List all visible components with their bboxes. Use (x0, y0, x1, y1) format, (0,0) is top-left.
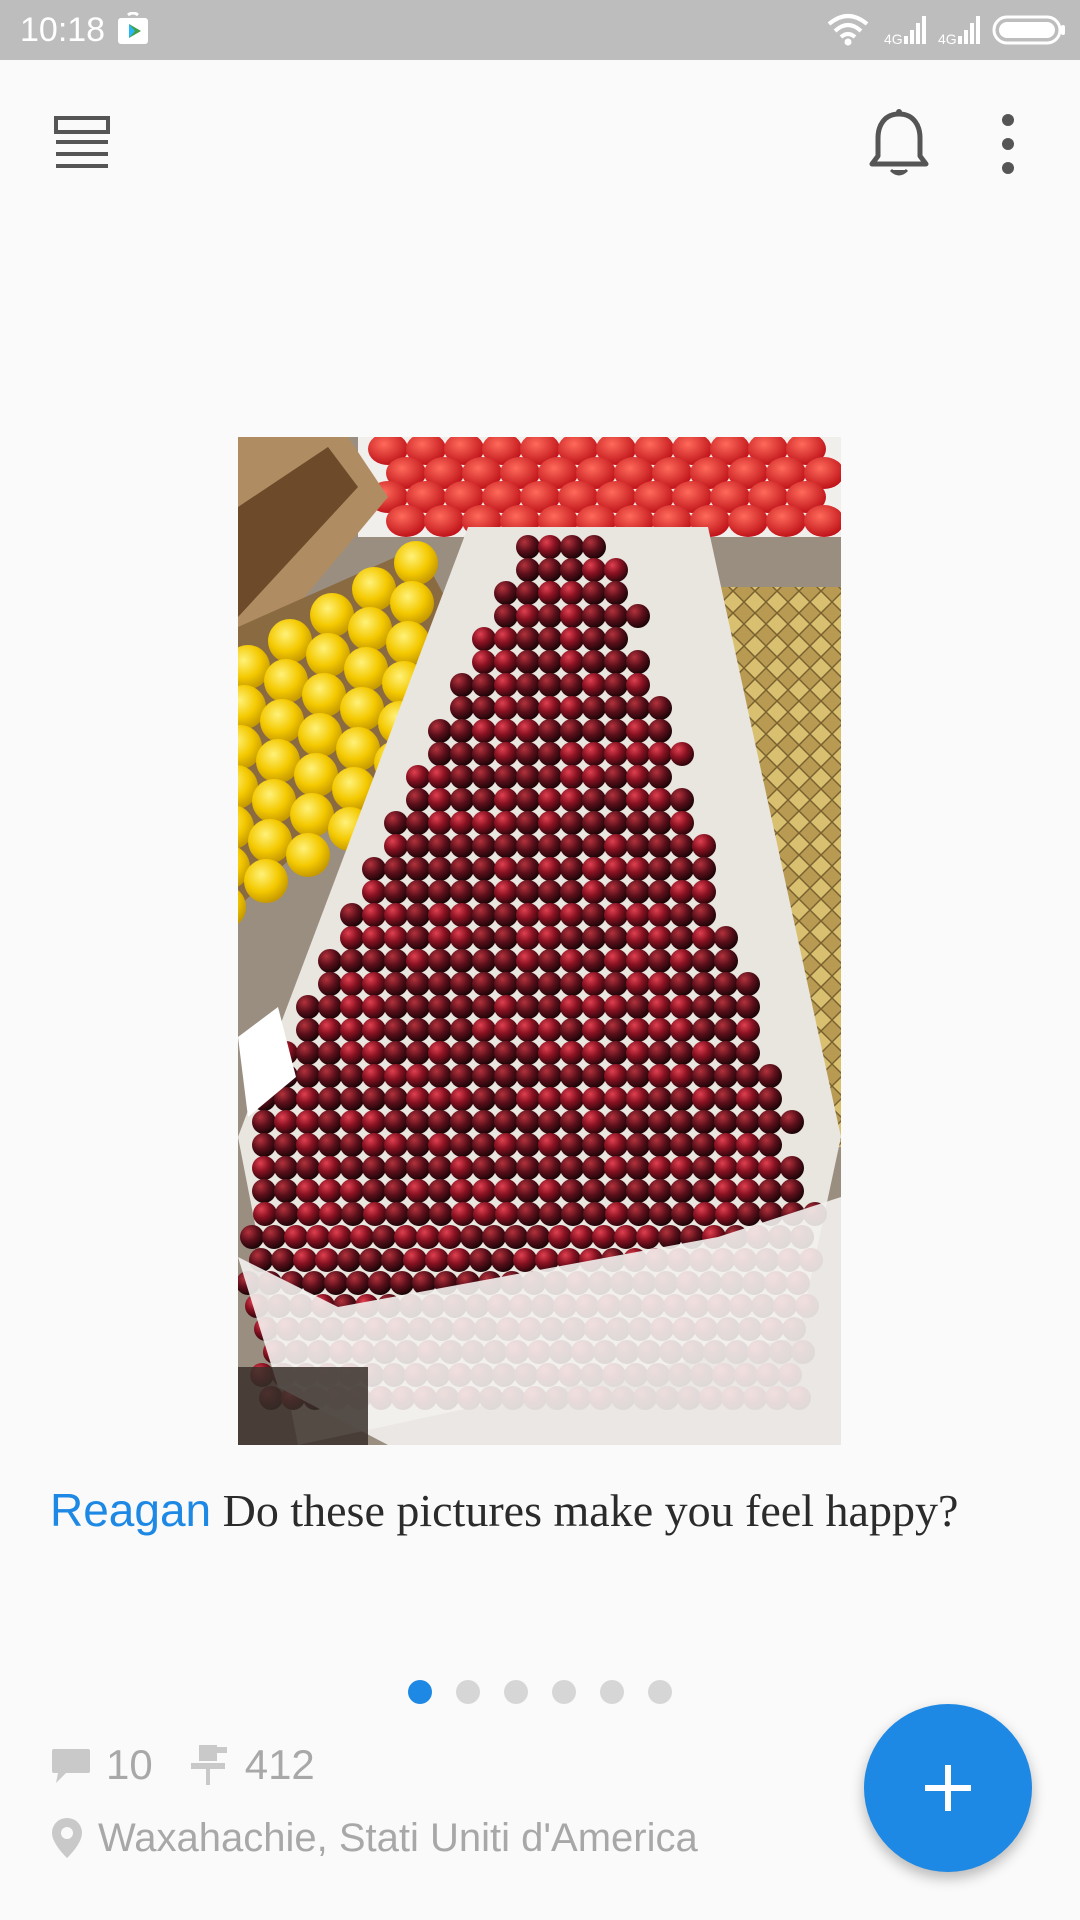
more-vert-icon[interactable] (990, 108, 1026, 180)
signal-icon: 4G (938, 16, 980, 46)
pager-dot (456, 1680, 480, 1704)
pager-dot (648, 1680, 672, 1704)
post-location: Waxahachie, Stati Uniti d'America (50, 1812, 698, 1864)
battery-icon (992, 15, 1065, 45)
pager-dot (408, 1680, 432, 1704)
add-post-button[interactable] (864, 1704, 1032, 1872)
status-bar: 10:18 4G 4G (0, 0, 1080, 60)
comment-count: 10 (106, 1741, 153, 1788)
pager-dot (600, 1680, 624, 1704)
post-photo[interactable] (238, 437, 841, 1445)
play-store-icon (118, 12, 148, 44)
author-link[interactable]: Reagan (50, 1484, 211, 1536)
location-text: Waxahachie, Stati Uniti d'America (98, 1815, 698, 1860)
like-count: 412 (244, 1741, 315, 1788)
bell-icon[interactable] (864, 108, 934, 180)
pager-dot (552, 1680, 576, 1704)
post-caption: Reagan Do these pictures make you feel h… (50, 1480, 1040, 1541)
post-text: Do these pictures make you feel happy? (222, 1485, 959, 1536)
post-stats: 10 412 (50, 1740, 351, 1790)
comment-icon[interactable] (50, 1743, 92, 1787)
svg-text:4G: 4G (884, 31, 903, 46)
app-bar (0, 60, 1080, 230)
plus-icon (925, 1765, 971, 1811)
signal-icon: 4G (884, 16, 926, 46)
cherries-photo (238, 437, 841, 1445)
wifi-icon (827, 14, 869, 46)
location-pin-icon (52, 1818, 82, 1858)
pin-push-icon[interactable] (189, 1743, 231, 1787)
pager-indicator (408, 1680, 696, 1704)
status-time: 10:18 (20, 11, 106, 49)
pager-dot (504, 1680, 528, 1704)
list-view-icon[interactable] (52, 112, 116, 176)
svg-text:4G: 4G (938, 31, 957, 46)
